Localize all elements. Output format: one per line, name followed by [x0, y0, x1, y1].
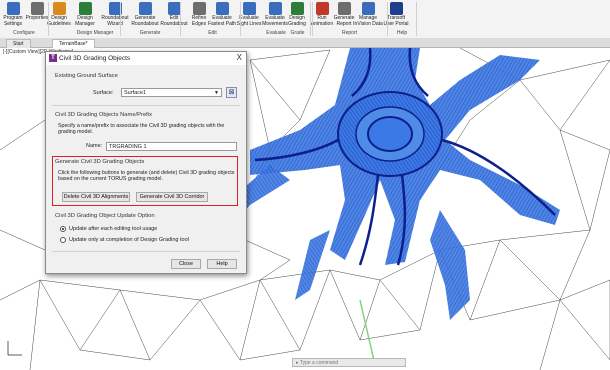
- close-icon[interactable]: X: [237, 53, 242, 62]
- radio-update-each-edit-label: Update after each editing tool usage: [69, 226, 158, 232]
- run-animation-icon: [315, 2, 329, 15]
- ribbon-button-design-manager[interactable]: Design Manager: [70, 2, 100, 27]
- design-guidelines-icon: [52, 2, 66, 15]
- divider: [52, 105, 240, 106]
- design-grading-icon: [290, 2, 304, 15]
- ribbon-panel-edit: Edit: [208, 30, 217, 36]
- evaluate-fastest-path-icon: [215, 2, 229, 15]
- generate-corridor-button[interactable]: Generate Civil 3D Corridor: [136, 192, 208, 202]
- chevron-down-icon: ▼: [214, 90, 219, 96]
- radio-update-completion[interactable]: [60, 237, 66, 243]
- evaluate-movements-icon: [268, 2, 282, 15]
- torus-logo-icon: T: [49, 54, 57, 62]
- ribbon-panel-report: Report: [341, 30, 357, 36]
- command-placeholder: Type a command: [299, 360, 339, 366]
- edit-roundabout-icon: [167, 2, 181, 15]
- help-button[interactable]: Help: [207, 259, 237, 269]
- ribbon-button-evaluate-fastest-path[interactable]: Evaluate Fastest Path: [207, 2, 237, 27]
- ribbon: Program Settings Properties Design Guideli…: [0, 0, 610, 39]
- transoft-user-portal-icon: [389, 2, 403, 15]
- ribbon-panel-grade: Grade: [290, 30, 305, 36]
- ribbon-panel-generate: Generate: [139, 30, 161, 36]
- ribbon-button-manage-invision-data[interactable]: Manage InVision Data: [353, 2, 383, 27]
- ribbon-button-label: Generate Roundabout: [131, 15, 159, 27]
- section-generate: Generate Civil 3D Grading Objects: [55, 159, 145, 165]
- ribbon-button-transoft-user-portal[interactable]: Transoft User Portal: [381, 2, 411, 27]
- command-input[interactable]: ▸ Type a command: [292, 358, 406, 367]
- ribbon-button-label: Manage InVision Data: [353, 15, 383, 27]
- ribbon-button-label: Roundabout Wizard: [101, 15, 129, 27]
- evaluate-sight-lines-icon: [242, 2, 256, 15]
- ribbon-panel-help: Help: [396, 30, 408, 36]
- ribbon-button-label: Evaluate Fastest Path: [207, 15, 237, 27]
- ribbon-button-label: Transoft User Portal: [383, 15, 409, 27]
- manage-invision-data-icon: [361, 2, 375, 15]
- section-update-option: Civil 3D Grading Object Update Option: [55, 213, 155, 219]
- surface-value: Surface1: [124, 90, 147, 96]
- ribbon-panel-design-manager: Design Manager: [76, 30, 114, 36]
- ribbon-separator: [416, 2, 417, 36]
- generate-roundabout-icon: [138, 2, 152, 15]
- surface-pick-icon: ⊠: [228, 89, 235, 96]
- generate-report-icon: [337, 2, 351, 15]
- surface-dropdown[interactable]: Surface1 ▼: [121, 88, 222, 97]
- radio-update-completion-label: Update only at completion of Design Grad…: [69, 237, 189, 243]
- ribbon-separator: [180, 2, 181, 36]
- ucs-icon: [7, 341, 22, 356]
- dialog-titlebar[interactable]: T Civil 3D Grading Objects X: [46, 52, 246, 65]
- dialog-title: Civil 3D Grading Objects: [59, 55, 131, 62]
- program-settings-icon: [6, 2, 20, 15]
- ribbon-button-label: Design Manager: [75, 15, 95, 27]
- name-field[interactable]: TRGRADING 1: [106, 142, 237, 151]
- ribbon-button-generate-roundabout[interactable]: Generate Roundabout: [130, 2, 160, 27]
- ribbon-panel-configure: Configure: [13, 30, 35, 36]
- ribbon-separator: [48, 2, 49, 36]
- close-button[interactable]: Close: [171, 259, 201, 269]
- radio-update-each-edit[interactable]: [60, 226, 66, 232]
- roundabout-grading: [200, 47, 560, 366]
- section-name-prefix: Civil 3D Grading Objects Name/Prefix: [55, 112, 152, 118]
- refine-edges-icon: [192, 2, 206, 15]
- delete-alignments-button[interactable]: Delete Civil 3D Alignments: [62, 192, 130, 202]
- divider: [52, 251, 240, 252]
- name-label: Name:: [86, 143, 103, 149]
- name-prefix-description: Specify a name/prefix to associate the C…: [58, 123, 225, 136]
- ribbon-button-roundabout-wizard[interactable]: Roundabout Wizard: [100, 2, 130, 27]
- ribbon-separator: [310, 2, 311, 36]
- generate-description: Click the following buttons to generate …: [58, 170, 235, 183]
- pick-surface-button[interactable]: ⊠: [226, 87, 237, 98]
- grading-objects-dialog: T Civil 3D Grading Objects X Existing Gr…: [45, 51, 247, 274]
- surface-label: Surface:: [93, 90, 114, 96]
- properties-icon: [30, 2, 44, 15]
- design-manager-icon: [78, 2, 92, 15]
- section-existing-ground: Existing Ground Surface: [55, 73, 118, 79]
